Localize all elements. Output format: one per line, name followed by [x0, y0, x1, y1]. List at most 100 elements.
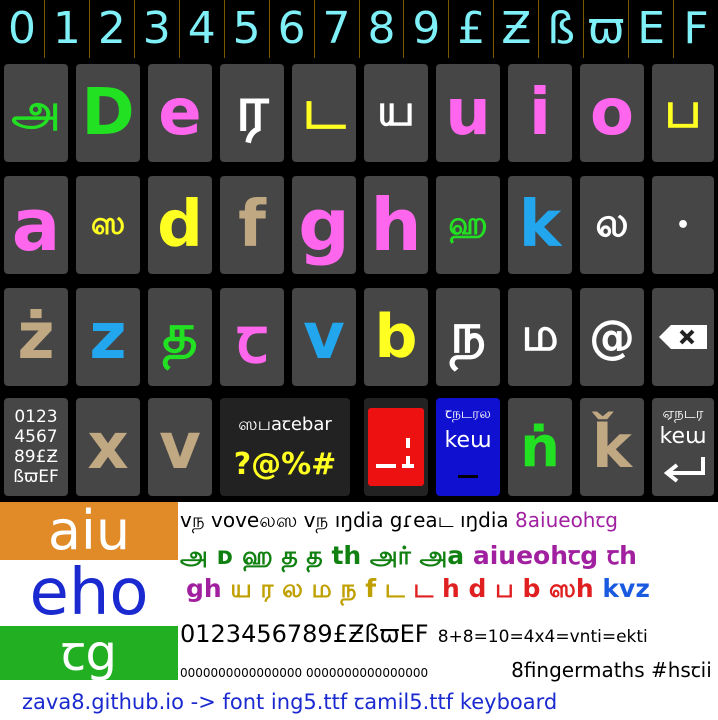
language-key[interactable]: ꞇநடரல keɯ: [436, 398, 500, 496]
key-3-8[interactable]: ǩ: [580, 398, 644, 496]
key-label: b: [374, 302, 418, 372]
enter-key-mid: keɯ: [659, 424, 707, 449]
key-label: ப: [664, 80, 702, 139]
key-label: ல: [595, 199, 629, 246]
key-hex-line: ßϖEF: [13, 467, 59, 487]
line2-ar: அர் அa: [369, 541, 465, 570]
key-label: u: [445, 76, 491, 150]
key-3-1[interactable]: x: [76, 398, 140, 496]
digit-key[interactable]: 9: [404, 0, 450, 58]
key-2-4[interactable]: v: [292, 288, 356, 386]
key-label: h: [370, 183, 422, 267]
enter-key[interactable]: ஏநடர keɯ: [652, 398, 714, 496]
enter-arrow-icon: [663, 457, 705, 483]
digit-row: 0 1 2 3 4 5 6 7 8 9 £ Ƶß ϖ E F: [0, 0, 718, 58]
digit-key[interactable]: ß: [539, 0, 585, 58]
key-label: o: [590, 76, 634, 150]
digit-key[interactable]: 7: [315, 0, 360, 58]
digit-key[interactable]: ϖ: [584, 0, 630, 58]
key-label: ந: [450, 301, 486, 366]
key-0-0[interactable]: அ: [4, 64, 68, 162]
key-0-3[interactable]: ர: [220, 64, 284, 162]
key-1-7[interactable]: k: [508, 176, 572, 274]
key-2-1[interactable]: z: [76, 288, 140, 386]
key-label: e: [158, 76, 202, 150]
key-hex[interactable]: 0123 4567 89£Ƶ ßϖEF: [4, 398, 68, 496]
digit-key[interactable]: £: [449, 0, 495, 58]
tile-cg: ꞇg: [0, 626, 178, 680]
digit-key[interactable]: 1: [45, 0, 90, 58]
line5-pattern: 0000000000000000 0000000000000000: [180, 665, 429, 680]
key-2-8[interactable]: @: [580, 288, 644, 386]
line3-blue: kvz: [602, 574, 650, 603]
backspace-icon: [659, 325, 707, 349]
key-label: D: [81, 76, 135, 150]
key-2-5[interactable]: b: [364, 288, 428, 386]
line3-red-ta: ட: [413, 574, 434, 603]
key-2-7[interactable]: ம: [508, 288, 572, 386]
key-label: v: [303, 300, 345, 374]
key-label: i: [529, 76, 551, 150]
footer-link[interactable]: zava8.github.io: [22, 690, 184, 714]
key-label: ஸ: [90, 204, 126, 242]
backspace-key[interactable]: [652, 288, 714, 386]
key-1-8[interactable]: ல: [580, 176, 644, 274]
key-0-6[interactable]: u: [436, 64, 500, 162]
digit-key[interactable]: 6: [270, 0, 315, 58]
info-line-1: vந voveலஸ vந ıŋdia gɾeaட ıŋdia 8aiueohꞇg: [180, 506, 618, 535]
space-underline-icon: [458, 475, 478, 478]
key-0-9[interactable]: ப: [652, 64, 714, 162]
key-label: a: [11, 183, 61, 267]
spacebar-label: ஸபaꞇebar: [238, 414, 332, 435]
key-2-0[interactable]: ż: [4, 288, 68, 386]
digit-key[interactable]: 5: [225, 0, 270, 58]
line4-digits: 0123456789£ƵßϖEF: [180, 620, 429, 648]
line3-gh: gh: [186, 574, 222, 603]
key-1-9[interactable]: •: [652, 176, 714, 274]
footer-line: zava8.github.io -> font ing5.ttf ꞇamil5.…: [22, 688, 557, 716]
key-label: த: [162, 301, 198, 365]
key-label: z: [89, 300, 127, 374]
digit-key[interactable]: F: [674, 0, 718, 58]
key-0-8[interactable]: o: [580, 64, 644, 162]
digit-key[interactable]: 8: [360, 0, 405, 58]
key-3-2[interactable]: v: [148, 398, 212, 496]
info-panel: aiu eho ꞇg vந voveலஸ vந ıŋdia gɾeaட ıŋdi…: [0, 502, 718, 720]
tile-eho-text: eho: [29, 556, 149, 630]
digit-key[interactable]: 2: [90, 0, 135, 58]
enter-key-top: ஏநடர: [662, 404, 704, 422]
red-key-face: [368, 408, 424, 486]
digit-key[interactable]: 3: [135, 0, 180, 58]
key-0-2[interactable]: e: [148, 64, 212, 162]
digit-key[interactable]: Ƶ: [494, 0, 540, 58]
key-1-2[interactable]: d: [148, 176, 212, 274]
key-1-3[interactable]: f: [220, 176, 284, 274]
key-3-7[interactable]: ṅ: [508, 398, 572, 496]
key-0-5[interactable]: ய: [364, 64, 428, 162]
line4-math: 8+8=10=4x4=vnti=ekti: [437, 627, 648, 647]
key-0-4[interactable]: ட: [292, 64, 356, 162]
key-2-2[interactable]: த: [148, 288, 212, 386]
digit-key[interactable]: E: [629, 0, 675, 58]
language-key-mid: keɯ: [444, 428, 492, 453]
key-0-7[interactable]: i: [508, 64, 572, 162]
key-0-1[interactable]: D: [76, 64, 140, 162]
key-label: ஹ: [448, 204, 488, 242]
tile-aiu-text: aiu: [47, 499, 131, 562]
digit-key[interactable]: 4: [180, 0, 225, 58]
key-1-4[interactable]: g: [292, 176, 356, 274]
key-1-5[interactable]: h: [364, 176, 428, 274]
spacebar-key[interactable]: ஸபaꞇebar ?@%#: [220, 398, 350, 496]
key-2-6[interactable]: ந: [436, 288, 500, 386]
key-1-1[interactable]: ஸ: [76, 176, 140, 274]
keyboard: 0123 4567 89£Ƶ ßϖEF ஸபaꞇebar ?@%# ꞇநடரல …: [0, 64, 718, 500]
digit-key[interactable]: 0: [0, 0, 45, 58]
line1-highlight: 8aiueohꞇg: [515, 508, 618, 532]
key-1-0[interactable]: a: [4, 176, 68, 274]
key-2-3[interactable]: ꞇ: [220, 288, 284, 386]
red-key[interactable]: [364, 398, 428, 496]
tile-aiu: aiu: [0, 502, 178, 560]
key-1-6[interactable]: ஹ: [436, 176, 500, 274]
tile-eho: eho: [0, 560, 178, 626]
line3-olive: ய ர ல ம ந f ட: [230, 574, 405, 603]
